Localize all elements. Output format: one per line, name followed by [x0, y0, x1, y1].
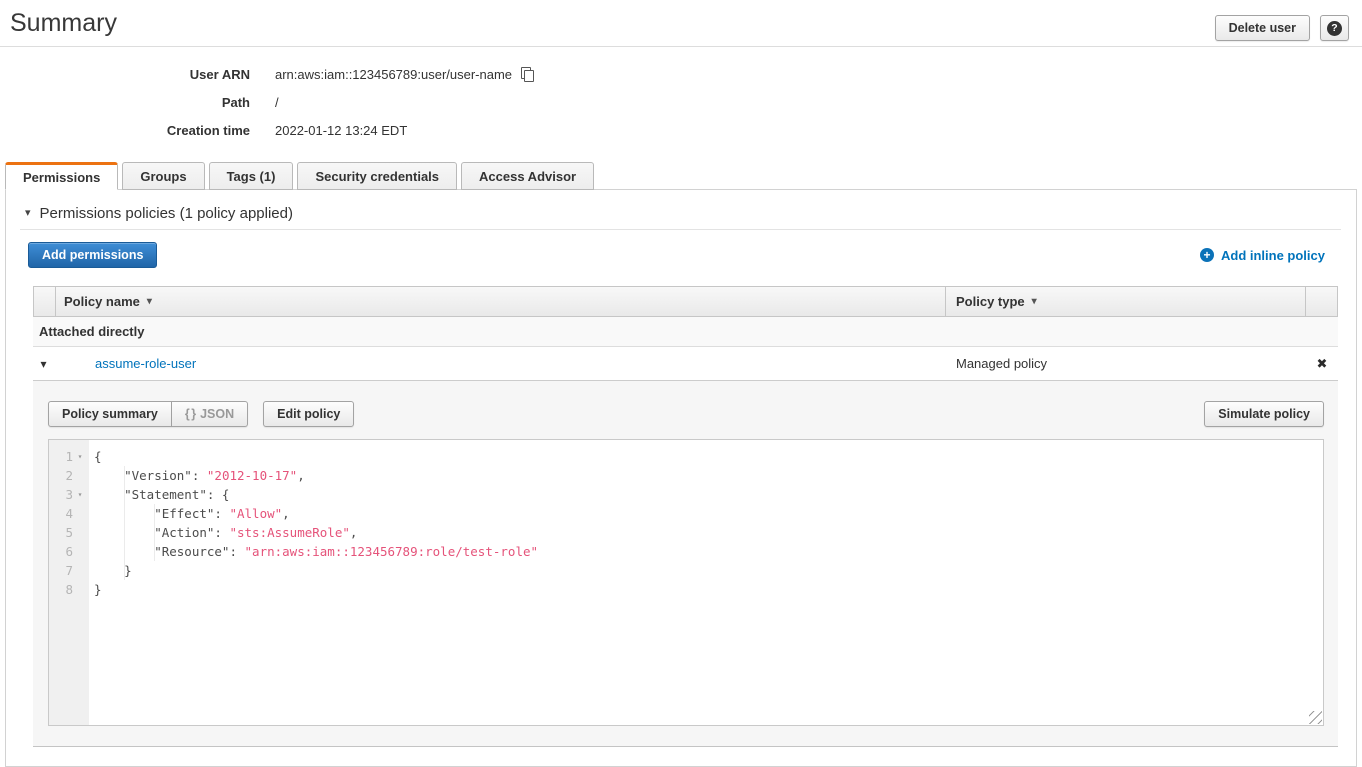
creation-time-value: 2022-01-12 13:24 EDT — [275, 123, 407, 138]
code-line: } — [94, 561, 1323, 580]
braces-icon: { } — [185, 407, 195, 421]
detail-row-creation-time: Creation time 2022-01-12 13:24 EDT — [0, 116, 1362, 144]
edit-policy-button[interactable]: Edit policy — [263, 401, 354, 427]
policy-table-header: Policy name ▾ Policy type ▾ — [33, 286, 1338, 317]
json-view-button[interactable]: { } JSON — [172, 401, 248, 427]
copy-icon[interactable] — [521, 67, 535, 82]
gutter-line: 5 — [49, 523, 89, 542]
line-number: 6 — [49, 542, 73, 561]
code-line: "Action": "sts:AssumeRole", — [94, 523, 1323, 542]
attached-directly-group-row: Attached directly — [33, 317, 1338, 347]
detail-row-path: Path / — [0, 88, 1362, 116]
sort-down-icon: ▾ — [1032, 296, 1037, 307]
indent-guide — [154, 504, 155, 561]
add-inline-policy-label: Add inline policy — [1221, 248, 1325, 263]
line-number: 3 — [49, 485, 73, 504]
code-line: "Effect": "Allow", — [94, 504, 1323, 523]
gutter-line: 6 — [49, 542, 89, 561]
line-number: 2 — [49, 466, 73, 485]
delete-user-button[interactable]: Delete user — [1215, 15, 1310, 41]
gutter-line: 4 — [49, 504, 89, 523]
tab-security-credentials[interactable]: Security credentials — [297, 162, 457, 190]
line-number: 4 — [49, 504, 73, 523]
fold-down-icon[interactable]: ▾ — [73, 447, 87, 466]
policy-name-link[interactable]: assume-role-user — [95, 356, 196, 371]
line-number: 5 — [49, 523, 73, 542]
code-line: { — [94, 447, 1323, 466]
section-title: Permissions policies (1 policy applied) — [40, 205, 293, 222]
indent-guide — [124, 466, 125, 580]
expander-column-header — [34, 287, 55, 316]
user-details: User ARN arn:aws:iam::123456789:user/use… — [0, 47, 1362, 144]
gutter-line: 7 — [49, 561, 89, 580]
permissions-tab-panel: ▾ Permissions policies (1 policy applied… — [5, 189, 1357, 767]
tab-permissions[interactable]: Permissions — [5, 162, 118, 190]
line-number: 8 — [49, 580, 73, 599]
tab-bar: Permissions Groups Tags (1) Security cre… — [5, 162, 1357, 190]
detach-policy-icon[interactable]: ✖ — [1317, 356, 1328, 372]
question-mark-icon: ? — [1327, 21, 1342, 36]
add-inline-policy-link[interactable]: + Add inline policy — [1200, 248, 1325, 263]
tab-access-advisor[interactable]: Access Advisor — [461, 162, 594, 190]
caret-down-icon: ▾ — [25, 208, 31, 219]
policy-summary-button[interactable]: Policy summary — [48, 401, 172, 427]
editor-gutter: 1▾23▾45678 — [49, 440, 89, 725]
tab-tags[interactable]: Tags (1) — [209, 162, 294, 190]
help-button[interactable]: ? — [1320, 15, 1349, 41]
gutter-line: 2 — [49, 466, 89, 485]
gutter-line: 1▾ — [49, 447, 89, 466]
policy-table: Policy name ▾ Policy type ▾ Attached dir… — [33, 286, 1338, 381]
page-title: Summary — [0, 0, 1362, 38]
section-divider — [20, 229, 1341, 230]
line-number: 1 — [49, 447, 73, 466]
actions-column-header — [1305, 287, 1337, 316]
detail-row-user-arn: User ARN arn:aws:iam::123456789:user/use… — [0, 60, 1362, 88]
code-line: } — [94, 580, 1323, 599]
permissions-policies-section-toggle[interactable]: ▾ Permissions policies (1 policy applied… — [25, 205, 1356, 222]
policy-table-row: ▾ assume-role-user Managed policy ✖ — [33, 347, 1338, 381]
editor-resize-handle[interactable] — [1309, 711, 1322, 724]
policy-type-value: Managed policy — [946, 356, 1306, 371]
detail-label: User ARN — [0, 67, 250, 82]
simulate-policy-button[interactable]: Simulate policy — [1204, 401, 1324, 427]
user-arn-value: arn:aws:iam::123456789:user/user-name — [275, 67, 512, 82]
code-line: "Resource": "arn:aws:iam::123456789:role… — [94, 542, 1323, 561]
detail-label: Path — [0, 95, 250, 110]
sort-down-icon: ▾ — [147, 296, 152, 307]
path-value: / — [275, 95, 279, 110]
permissions-toolbar: Add permissions + Add inline policy — [28, 242, 1325, 268]
policy-type-column-header[interactable]: Policy type ▾ — [945, 287, 1305, 316]
header-actions: Delete user ? — [1215, 15, 1349, 41]
policy-view-toggle: Policy summary { } JSON — [48, 401, 248, 427]
policy-json-editor[interactable]: 1▾23▾45678 { "Version": "2012-10-17", "S… — [48, 439, 1324, 726]
code-line: "Statement": { — [94, 485, 1323, 504]
gutter-line: 3▾ — [49, 485, 89, 504]
policy-detail-panel: Policy summary { } JSON Edit policy Simu… — [33, 381, 1338, 747]
page-header: Summary Delete user ? — [0, 0, 1362, 47]
tab-groups[interactable]: Groups — [122, 162, 204, 190]
row-expander[interactable]: ▾ — [33, 358, 54, 370]
policy-name-column-header[interactable]: Policy name ▾ — [55, 287, 945, 316]
detail-label: Creation time — [0, 123, 250, 138]
plus-circle-icon: + — [1200, 248, 1214, 262]
gutter-line: 8 — [49, 580, 89, 599]
code-line: "Version": "2012-10-17", — [94, 466, 1323, 485]
policy-view-toolbar: Policy summary { } JSON Edit policy Simu… — [48, 401, 1324, 427]
line-number: 7 — [49, 561, 73, 580]
add-permissions-button[interactable]: Add permissions — [28, 242, 157, 268]
editor-code-area[interactable]: { "Version": "2012-10-17", "Statement": … — [89, 440, 1323, 725]
fold-down-icon[interactable]: ▾ — [73, 485, 87, 504]
expander-down-icon: ▾ — [40, 358, 46, 370]
